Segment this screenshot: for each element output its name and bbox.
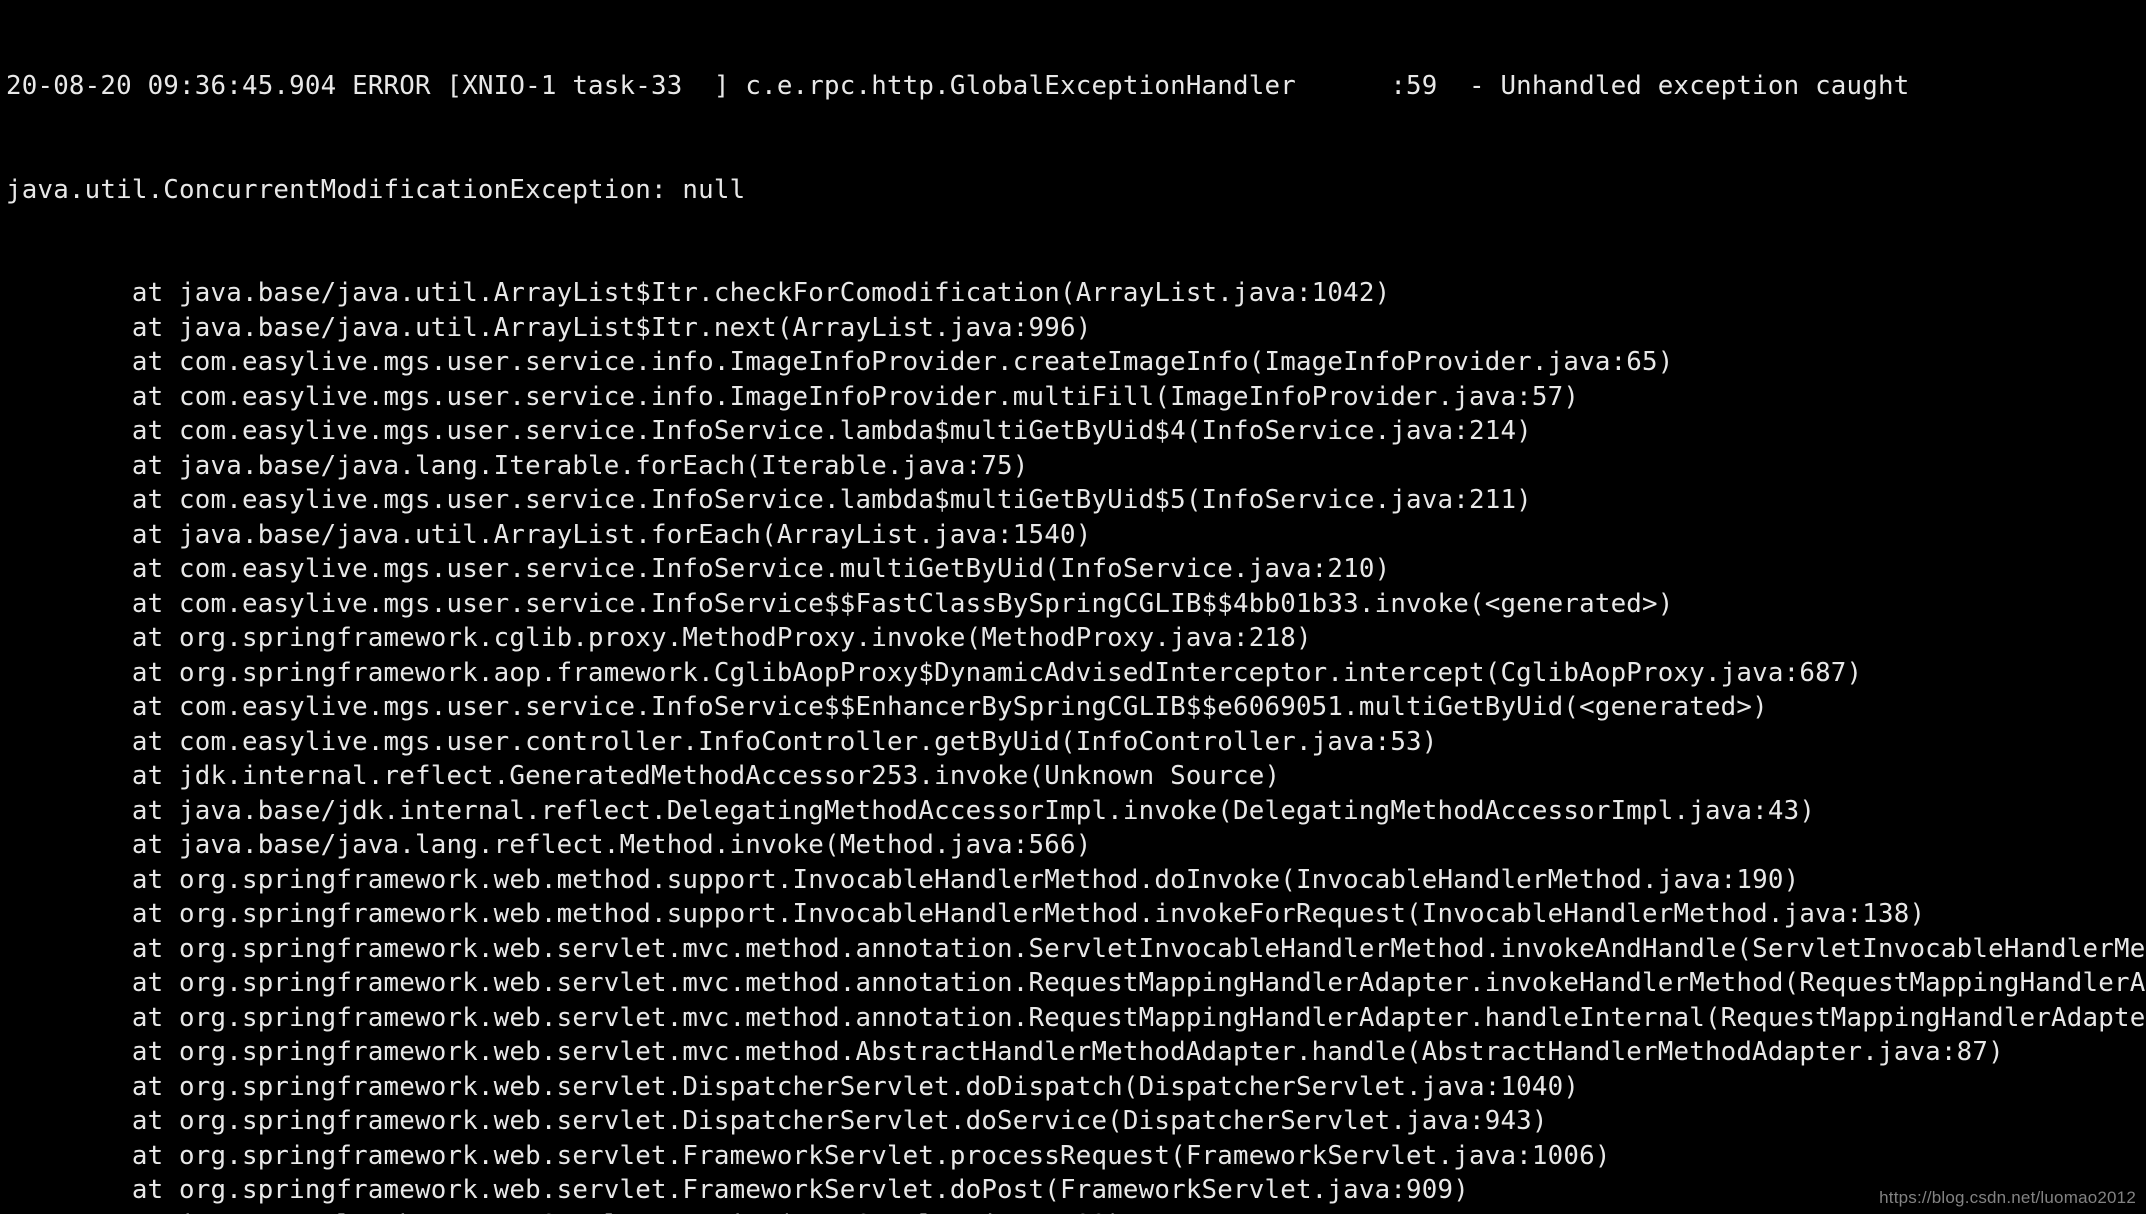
stack-frame: at org.springframework.web.method.suppor… bbox=[6, 897, 2140, 932]
stack-frame: at org.springframework.web.servlet.mvc.m… bbox=[6, 1035, 2140, 1070]
stack-frame: at com.easylive.mgs.user.service.InfoSer… bbox=[6, 483, 2140, 518]
stack-frame: at java.base/jdk.internal.reflect.Delega… bbox=[6, 794, 2140, 829]
stack-frame: at com.easylive.mgs.user.service.info.Im… bbox=[6, 380, 2140, 415]
log-exception: java.util.ConcurrentModificationExceptio… bbox=[6, 173, 2140, 208]
log-header: 20-08-20 09:36:45.904 ERROR [XNIO-1 task… bbox=[6, 69, 2140, 104]
stack-frame: at javax.servlet.http.HttpServlet.servic… bbox=[6, 1208, 2140, 1214]
stack-frame: at org.springframework.web.method.suppor… bbox=[6, 863, 2140, 898]
stack-frame: at com.easylive.mgs.user.service.InfoSer… bbox=[6, 552, 2140, 587]
stack-frame: at org.springframework.web.servlet.mvc.m… bbox=[6, 932, 2140, 967]
watermark-text: https://blog.csdn.net/luomao2012 bbox=[1879, 1188, 2136, 1208]
stack-frame: at org.springframework.web.servlet.Frame… bbox=[6, 1139, 2140, 1174]
stack-frame: at org.springframework.web.servlet.Dispa… bbox=[6, 1070, 2140, 1105]
stack-frame: at com.easylive.mgs.user.service.InfoSer… bbox=[6, 690, 2140, 725]
stack-frame: at java.base/java.lang.Iterable.forEach(… bbox=[6, 449, 2140, 484]
stack-frame: at com.easylive.mgs.user.service.InfoSer… bbox=[6, 587, 2140, 622]
stack-trace: at java.base/java.util.ArrayList$Itr.che… bbox=[6, 276, 2140, 1214]
stack-frame: at org.springframework.web.servlet.Frame… bbox=[6, 1173, 2140, 1208]
stack-frame: at com.easylive.mgs.user.service.info.Im… bbox=[6, 345, 2140, 380]
stack-frame: at org.springframework.web.servlet.mvc.m… bbox=[6, 1001, 2140, 1036]
stack-frame: at org.springframework.aop.framework.Cgl… bbox=[6, 656, 2140, 691]
stack-frame: at java.base/java.util.ArrayList.forEach… bbox=[6, 518, 2140, 553]
stack-frame: at org.springframework.web.servlet.mvc.m… bbox=[6, 966, 2140, 1001]
stack-frame: at org.springframework.cglib.proxy.Metho… bbox=[6, 621, 2140, 656]
stack-frame: at com.easylive.mgs.user.service.InfoSer… bbox=[6, 414, 2140, 449]
stack-frame: at jdk.internal.reflect.GeneratedMethodA… bbox=[6, 759, 2140, 794]
log-console[interactable]: 20-08-20 09:36:45.904 ERROR [XNIO-1 task… bbox=[0, 0, 2146, 1214]
stack-frame: at java.base/java.util.ArrayList$Itr.che… bbox=[6, 276, 2140, 311]
stack-frame: at com.easylive.mgs.user.controller.Info… bbox=[6, 725, 2140, 760]
stack-frame: at java.base/java.util.ArrayList$Itr.nex… bbox=[6, 311, 2140, 346]
stack-frame: at org.springframework.web.servlet.Dispa… bbox=[6, 1104, 2140, 1139]
stack-frame: at java.base/java.lang.reflect.Method.in… bbox=[6, 828, 2140, 863]
